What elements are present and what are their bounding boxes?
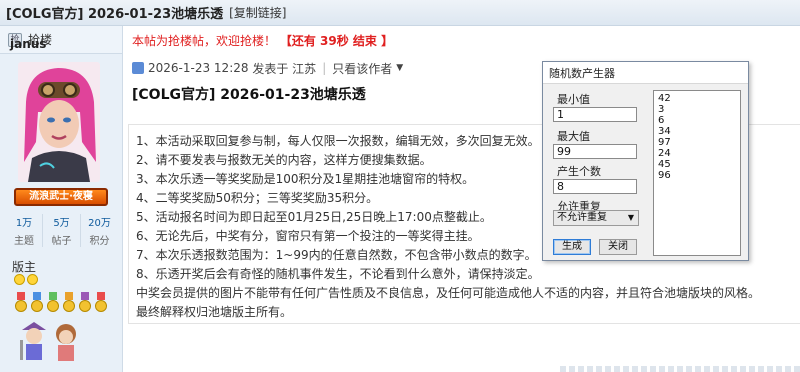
user-stats: 1万 主题 5万 帖子 20万 积分 — [6, 214, 118, 247]
medal-icon[interactable] — [14, 292, 28, 314]
chibi-character-icon — [20, 322, 46, 360]
min-label: 最小值 — [557, 93, 590, 106]
dialog-title[interactable]: 随机数产生器 — [543, 62, 748, 84]
max-label: 最大值 — [557, 130, 590, 143]
signature-strip — [560, 366, 800, 372]
result-item: 45 — [658, 159, 671, 170]
rule-line: 中奖会员提供的图片不能带有任何广告性质及不良信息，及任何可能造成他人不适的内容，… — [136, 286, 761, 300]
chibi-character-icon — [56, 324, 76, 361]
stat-value: 1万 — [15, 218, 33, 229]
smiley-icon — [27, 274, 38, 285]
stat-points[interactable]: 20万 积分 — [81, 214, 118, 247]
stat-threads[interactable]: 1万 主题 — [6, 214, 43, 247]
grab-floor-notice: 本帖为抢楼帖，欢迎抢楼！ 【还有 39秒 结束 】 — [132, 32, 393, 49]
caret-down-icon[interactable]: ▼ — [396, 63, 403, 73]
min-input[interactable]: 1 — [553, 107, 637, 122]
thread-title-bar: [COLG官方] 2026-01-23池塘乐透 [复制链接] — [0, 0, 800, 26]
thread-title: [COLG官方] 2026-01-23池塘乐透 — [6, 7, 224, 22]
stat-value: 20万 — [88, 218, 111, 229]
copy-link[interactable]: [复制链接] — [229, 4, 286, 21]
notice-text: 本帖为抢楼帖，欢迎抢楼！ — [132, 34, 277, 48]
stat-label: 主题 — [14, 236, 34, 247]
result-item: 3 — [658, 104, 665, 115]
result-item: 6 — [658, 115, 665, 126]
rule-line: 最终解释权归池塘版主所有。 — [136, 305, 293, 319]
medal-icon[interactable] — [30, 292, 44, 314]
author-only-link[interactable]: 只看该作者 — [332, 60, 392, 77]
posted-label: 发表于 — [252, 61, 289, 76]
smiley-icon — [14, 274, 25, 285]
medal-icon[interactable] — [78, 292, 92, 314]
result-item: 97 — [658, 137, 671, 148]
post-heading: [COLG官方] 2026-01-23池塘乐透 — [132, 87, 366, 103]
user-role: 版主 — [12, 260, 37, 274]
post-location: 江苏 — [292, 61, 317, 76]
result-item: 34 — [658, 126, 671, 137]
generate-button[interactable]: 生成 — [553, 239, 591, 255]
result-item: 96 — [658, 170, 671, 181]
username[interactable]: janus — [10, 37, 46, 51]
online-user-icon — [132, 62, 144, 74]
rule-line: 8、乐透开奖后会有奇怪的随机事件发生，不论看到什么意外，请保持淡定。 — [136, 267, 540, 281]
result-item: 42 — [658, 93, 671, 104]
count-label: 产生个数 — [557, 165, 601, 178]
random-number-dialog: 随机数产生器 最小值 1 最大值 99 产生个数 8 允许重复 不允许重复 ▼ … — [542, 61, 749, 261]
medal-icon[interactable] — [94, 292, 108, 314]
chevron-down-icon: ▼ — [627, 213, 634, 222]
medal-row — [14, 292, 108, 314]
stat-posts[interactable]: 5万 帖子 — [44, 214, 81, 247]
avatar[interactable] — [18, 62, 100, 182]
rank-badge: 流浪武士·夜寝 — [14, 188, 108, 206]
post-date: 2026-1-23 12:28 — [148, 61, 249, 75]
status-icons — [14, 274, 38, 285]
countdown: 【还有 39秒 结束 】 — [279, 34, 394, 48]
stat-label: 帖子 — [51, 236, 72, 247]
stat-label: 积分 — [89, 236, 110, 247]
medal-icon[interactable] — [46, 292, 60, 314]
results-list[interactable]: 42 3 6 34 97 24 45 96 — [653, 90, 741, 256]
medal-icon[interactable] — [62, 292, 76, 314]
result-item: 24 — [658, 148, 671, 159]
close-button[interactable]: 关闭 — [599, 239, 637, 255]
repeat-select-value: 不允许重复 — [557, 212, 607, 223]
repeat-select[interactable]: 不允许重复 ▼ — [553, 210, 639, 226]
stat-value: 5万 — [53, 218, 70, 229]
count-input[interactable]: 8 — [553, 179, 637, 194]
divider: | — [322, 61, 327, 75]
max-input[interactable]: 99 — [553, 144, 637, 159]
